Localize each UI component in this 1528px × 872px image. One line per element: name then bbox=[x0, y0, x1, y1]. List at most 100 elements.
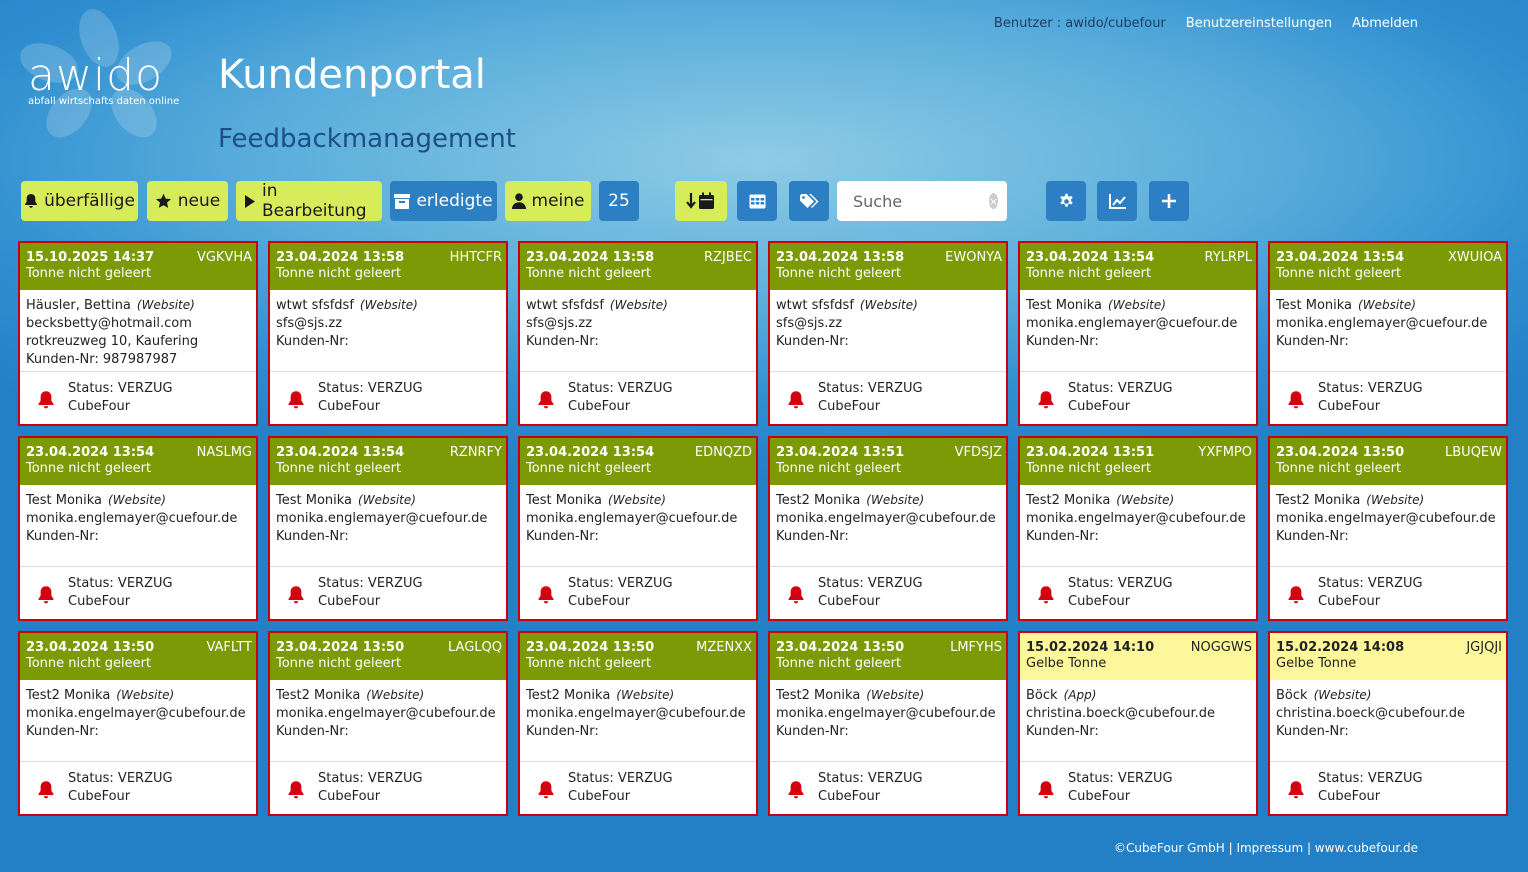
user-icon bbox=[511, 193, 526, 209]
card-status: Status: VERZUG bbox=[318, 771, 423, 786]
card-name: wtwt sfsfdsf bbox=[276, 298, 354, 313]
sort-by-date-button[interactable] bbox=[675, 181, 727, 221]
footer-text: ©CubeFour GmbH | Impressum | www.cubefou… bbox=[1113, 841, 1418, 855]
card-body: Test2 Monika (Website) monika.engelmayer@… bbox=[270, 680, 506, 762]
card-body: wtwt sfsfdsf (Website) sfs@sjs.zz Kunden-… bbox=[770, 290, 1006, 372]
card-company: CubeFour bbox=[568, 594, 631, 609]
card-date: 23.04.2024 13:50 bbox=[1276, 445, 1405, 460]
feedback-card[interactable]: 15.02.2024 14:10 NOGGWS Gelbe Tonne Böck… bbox=[1018, 631, 1258, 816]
awido-logo[interactable]: awido abfall wirtschafts daten online bbox=[14, 8, 194, 138]
plus-icon bbox=[1162, 194, 1176, 208]
feedback-card[interactable]: 23.04.2024 13:50 LAGLQQ Tonne nicht gele… bbox=[268, 631, 508, 816]
card-body: Test2 Monika (Website) monika.engelmayer@… bbox=[1020, 485, 1256, 567]
card-address: Kunden-Nr: bbox=[526, 529, 599, 544]
logout-link[interactable]: Abmelden bbox=[1352, 16, 1418, 31]
card-company: CubeFour bbox=[68, 594, 131, 609]
card-address: Kunden-Nr: bbox=[776, 334, 849, 349]
filter-mine-button[interactable]: meine bbox=[505, 181, 591, 221]
card-header: 23.04.2024 13:51 VFDSJZ Tonne nicht gele… bbox=[770, 438, 1006, 485]
card-source: (App) bbox=[1063, 688, 1097, 702]
card-date: 15.02.2024 14:08 bbox=[1276, 640, 1405, 655]
feedback-card[interactable]: 23.04.2024 13:54 RYLRPL Tonne nicht gele… bbox=[1018, 241, 1258, 426]
feedback-card[interactable]: 23.04.2024 13:54 NASLMG Tonne nicht gele… bbox=[18, 436, 258, 621]
card-email: becksbetty@hotmail.com bbox=[26, 316, 192, 331]
alert-bell-icon bbox=[788, 781, 804, 799]
card-email: monika.engelmayer@cubefour.de bbox=[776, 511, 996, 526]
card-email: monika.englemayer@cuefour.de bbox=[1026, 316, 1238, 331]
feedback-card[interactable]: 23.04.2024 13:54 EDNQZD Tonne nicht gele… bbox=[518, 436, 758, 621]
user-settings-link[interactable]: Benutzereinstellungen bbox=[1186, 16, 1332, 31]
count-badge[interactable]: 25 bbox=[599, 181, 639, 221]
card-category: Tonne nicht geleert bbox=[1276, 461, 1402, 476]
card-code: EWONYA bbox=[945, 250, 1002, 265]
card-company: CubeFour bbox=[1068, 399, 1131, 414]
card-address: Kunden-Nr: bbox=[276, 334, 349, 349]
statistics-button[interactable] bbox=[1097, 181, 1137, 221]
card-company: CubeFour bbox=[1318, 399, 1381, 414]
alert-bell-icon bbox=[538, 781, 554, 799]
alert-bell-icon bbox=[38, 391, 54, 409]
card-name: Böck bbox=[1276, 688, 1308, 703]
card-header: 23.04.2024 13:54 EDNQZD Tonne nicht gele… bbox=[520, 438, 756, 485]
card-source: (Website) bbox=[359, 298, 418, 312]
filter-in-progress-button[interactable]: in Bearbeitung bbox=[236, 181, 382, 221]
feedback-card[interactable]: 23.04.2024 13:50 LBUQEW Tonne nicht gele… bbox=[1268, 436, 1508, 621]
card-status: Status: VERZUG bbox=[1318, 576, 1423, 591]
card-header: 23.04.2024 13:58 HHTCFR Tonne nicht gele… bbox=[270, 243, 506, 290]
filter-new-button[interactable]: neue bbox=[147, 181, 228, 221]
card-body: Test Monika (Website) monika.englemayer@c… bbox=[270, 485, 506, 567]
card-company: CubeFour bbox=[818, 399, 881, 414]
search-box[interactable]: × bbox=[837, 181, 1007, 221]
card-company: CubeFour bbox=[568, 789, 631, 804]
archive-icon bbox=[394, 193, 411, 209]
card-body: Test2 Monika (Website) monika.engelmayer@… bbox=[520, 680, 756, 762]
card-code: RZNRFY bbox=[449, 445, 502, 460]
feedback-card[interactable]: 23.04.2024 13:50 LMFYHS Tonne nicht gele… bbox=[768, 631, 1008, 816]
card-address: Kunden-Nr: bbox=[776, 529, 849, 544]
card-company: CubeFour bbox=[68, 399, 131, 414]
card-category: Tonne nicht geleert bbox=[1026, 461, 1152, 476]
feedback-card[interactable]: 23.04.2024 13:58 RZJBEC Tonne nicht gele… bbox=[518, 241, 758, 426]
card-header: 23.04.2024 13:54 RYLRPL Tonne nicht gele… bbox=[1020, 243, 1256, 290]
card-email: sfs@sjs.zz bbox=[776, 316, 843, 331]
card-address: Kunden-Nr: bbox=[1276, 529, 1349, 544]
feedback-card[interactable]: 15.10.2025 14:37 VGKVHA Tonne nicht gele… bbox=[18, 241, 258, 426]
card-company: CubeFour bbox=[818, 594, 881, 609]
card-company: CubeFour bbox=[568, 399, 631, 414]
clear-search-icon[interactable]: × bbox=[989, 193, 999, 209]
add-button[interactable] bbox=[1149, 181, 1189, 221]
feedback-card[interactable]: 23.04.2024 13:50 VAFLTT Tonne nicht gele… bbox=[18, 631, 258, 816]
card-address: Kunden-Nr: bbox=[526, 724, 599, 739]
feedback-card[interactable]: 15.02.2024 14:08 JGJQJI Gelbe Tonne Böck… bbox=[1268, 631, 1508, 816]
settings-button[interactable] bbox=[1046, 181, 1086, 221]
card-source: (Website) bbox=[1366, 493, 1425, 507]
gear-icon bbox=[1059, 193, 1073, 207]
search-input[interactable] bbox=[851, 190, 985, 212]
grid-view-button[interactable] bbox=[737, 181, 777, 221]
card-name: wtwt sfsfdsf bbox=[776, 298, 854, 313]
card-email: sfs@sjs.zz bbox=[526, 316, 593, 331]
card-email: sfs@sjs.zz bbox=[276, 316, 343, 331]
card-date: 23.04.2024 13:54 bbox=[1026, 250, 1155, 265]
tags-button[interactable] bbox=[789, 181, 829, 221]
card-status: Status: VERZUG bbox=[818, 381, 923, 396]
card-footer: Status: VERZUG CubeFour bbox=[770, 762, 1006, 814]
card-source: (Website) bbox=[116, 688, 175, 702]
feedback-card[interactable]: 23.04.2024 13:51 VFDSJZ Tonne nicht gele… bbox=[768, 436, 1008, 621]
card-category: Tonne nicht geleert bbox=[276, 461, 402, 476]
card-category: Tonne nicht geleert bbox=[26, 266, 152, 281]
feedback-card[interactable]: 23.04.2024 13:58 EWONYA Tonne nicht gele… bbox=[768, 241, 1008, 426]
card-footer: Status: VERZUG CubeFour bbox=[520, 372, 756, 424]
card-email: christina.boeck@cubefour.de bbox=[1026, 706, 1215, 721]
feedback-card[interactable]: 23.04.2024 13:50 MZENXX Tonne nicht gele… bbox=[518, 631, 758, 816]
card-source: (Website) bbox=[108, 493, 166, 507]
feedback-card[interactable]: 23.04.2024 13:54 RZNRFY Tonne nicht gele… bbox=[268, 436, 508, 621]
card-company: CubeFour bbox=[318, 399, 381, 414]
filter-done-button[interactable]: erledigte bbox=[390, 181, 497, 221]
feedback-card[interactable]: 23.04.2024 13:51 YXFMPO Tonne nicht gele… bbox=[1018, 436, 1258, 621]
filter-overdue-button[interactable]: überfällige bbox=[21, 181, 138, 221]
feedback-card[interactable]: 23.04.2024 13:54 XWUIOA Tonne nicht gele… bbox=[1268, 241, 1508, 426]
feedback-card[interactable]: 23.04.2024 13:58 HHTCFR Tonne nicht gele… bbox=[268, 241, 508, 426]
card-name: wtwt sfsfdsf bbox=[526, 298, 604, 313]
card-category: Tonne nicht geleert bbox=[526, 461, 652, 476]
